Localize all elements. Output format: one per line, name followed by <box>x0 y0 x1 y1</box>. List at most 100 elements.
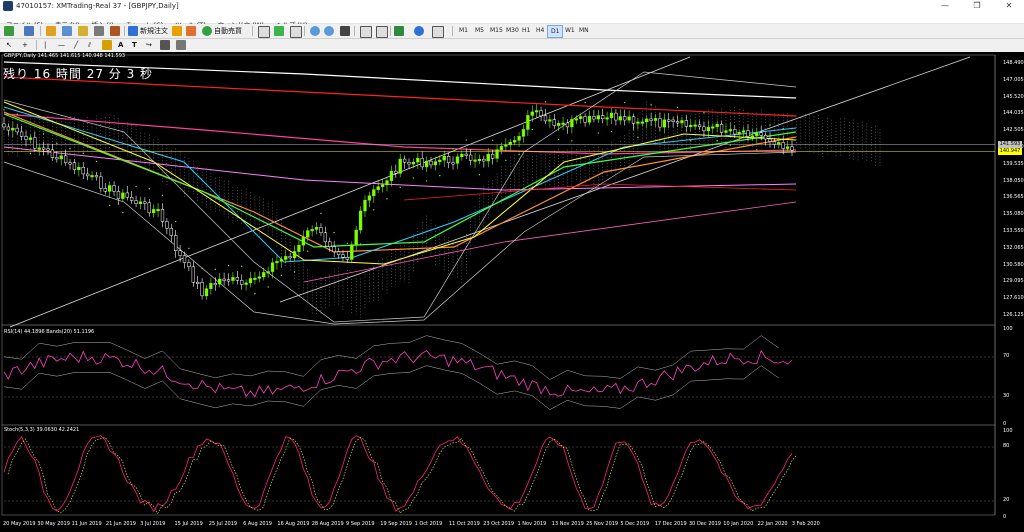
chart-shift-icon[interactable] <box>360 26 372 38</box>
candle <box>627 116 631 121</box>
date-axis-label: 30 May 2019 <box>37 521 70 527</box>
expert-icon[interactable] <box>186 26 196 36</box>
ma-magenta <box>303 201 797 283</box>
zoom-in-icon[interactable] <box>310 26 320 36</box>
date-axis-label: 28 Aug 2019 <box>311 521 344 527</box>
date-axis-label: 3 Jul 2019 <box>140 521 166 527</box>
label-tool[interactable]: T <box>132 40 137 50</box>
tester-icon[interactable] <box>110 26 120 36</box>
arrows-dropdown-icon[interactable] <box>160 40 170 50</box>
stoch-axis-0: 0 <box>1003 514 1007 520</box>
new-order-button[interactable]: 新規注文 <box>140 26 168 36</box>
psar-dot <box>425 180 428 182</box>
minimize-button[interactable]: — <box>930 0 960 12</box>
data-window-icon[interactable] <box>62 26 72 36</box>
trendline-tool[interactable]: ╱ <box>74 40 78 50</box>
candle <box>464 153 468 156</box>
arrow-tool[interactable]: ↪ <box>146 40 152 50</box>
timeframe-d1[interactable]: D1 <box>547 25 564 38</box>
candle <box>680 120 684 124</box>
crosshair-tool[interactable]: + <box>22 40 28 50</box>
psar-dot <box>122 211 124 214</box>
timeframe-h4[interactable]: H4 <box>533 25 547 36</box>
timeframe-m1[interactable]: M1 <box>456 25 471 36</box>
tile-windows-icon[interactable] <box>340 26 350 36</box>
candle <box>85 173 90 177</box>
maximize-button[interactable]: ❐ <box>962 0 992 12</box>
psar-dot <box>254 292 256 295</box>
more-tools-icon[interactable] <box>176 40 186 50</box>
periods-icon[interactable] <box>414 26 424 36</box>
candle <box>341 254 345 258</box>
new-chart-icon[interactable] <box>4 26 14 36</box>
price-axis-label: 129.095 <box>1003 278 1024 285</box>
candle <box>517 136 521 141</box>
stoch-axis-100: 100 <box>1003 428 1013 434</box>
psar-dot <box>280 274 283 277</box>
candle <box>645 118 649 123</box>
cursor-tool[interactable]: ↖ <box>6 40 12 50</box>
candle <box>24 136 28 140</box>
psar-dot <box>597 132 600 134</box>
navigator-icon[interactable] <box>78 26 88 36</box>
horizontal-line-tool[interactable]: — <box>58 40 65 50</box>
psar-dot <box>227 264 230 267</box>
bar-countdown: 残り 16 時間 27 分 3 秒 <box>3 67 154 81</box>
auto-trade-button[interactable]: 自動売買 <box>214 26 242 36</box>
timeframe-mn[interactable]: MN <box>576 25 592 36</box>
new-order-icon[interactable] <box>128 26 138 36</box>
candle <box>433 161 438 166</box>
candle <box>178 250 182 256</box>
candle <box>319 227 323 233</box>
line-chart-icon[interactable] <box>290 26 302 38</box>
chart-window[interactable]: GBPJPY,Daily 141.465 141.615 140.948 141… <box>0 52 1024 532</box>
candle <box>196 282 200 285</box>
market-watch-icon[interactable] <box>46 26 56 36</box>
auto-trade-icon[interactable] <box>202 26 212 36</box>
vertical-line-tool[interactable]: | <box>44 40 46 50</box>
candle <box>649 118 653 121</box>
candle <box>169 228 173 236</box>
timeframe-h1[interactable]: H1 <box>519 25 533 36</box>
fibonacci-icon[interactable] <box>102 40 112 50</box>
profiles-icon[interactable] <box>24 26 34 36</box>
psar-dot <box>95 160 98 163</box>
rsi-axis-70: 70 <box>1003 353 1010 359</box>
psar-dot <box>624 101 626 104</box>
candle <box>579 116 583 119</box>
candle <box>763 135 768 140</box>
candle <box>539 110 543 117</box>
candle <box>2 123 6 128</box>
psar-dot <box>465 139 467 141</box>
psar-dot <box>650 104 652 106</box>
metaeditor-icon[interactable] <box>172 26 182 36</box>
channel-tool[interactable]: ⫽ <box>88 40 91 50</box>
candle <box>706 127 711 132</box>
candle <box>244 282 248 285</box>
psar-dot <box>742 145 745 147</box>
candle <box>28 137 33 140</box>
timeframe-m5[interactable]: M5 <box>472 25 487 36</box>
menu-bar: ファイル (F)表示 (V)挿入 (I)チャート (C)ツール (T)ウィンドウ… <box>0 12 1024 29</box>
candle <box>297 244 301 252</box>
price-chart[interactable] <box>0 52 1024 532</box>
terminal-icon[interactable] <box>94 26 104 36</box>
templates-icon[interactable] <box>432 26 444 38</box>
candle <box>345 257 350 260</box>
indicators-icon[interactable] <box>394 26 404 36</box>
candle <box>521 129 526 137</box>
candle <box>636 121 640 124</box>
date-axis-label: 22 Jan 2020 <box>757 521 788 527</box>
candlestick-icon[interactable] <box>274 26 284 36</box>
text-tool[interactable]: A <box>118 40 123 50</box>
autoscroll-icon[interactable] <box>376 26 388 38</box>
candle <box>143 201 147 204</box>
candle <box>279 259 283 262</box>
candle <box>310 229 314 232</box>
bar-chart-icon[interactable] <box>258 26 270 38</box>
candle <box>288 256 292 259</box>
close-button[interactable]: ✕ <box>994 0 1024 12</box>
candle <box>134 200 138 204</box>
zoom-out-icon[interactable] <box>324 26 334 36</box>
psar-dot <box>399 186 401 189</box>
